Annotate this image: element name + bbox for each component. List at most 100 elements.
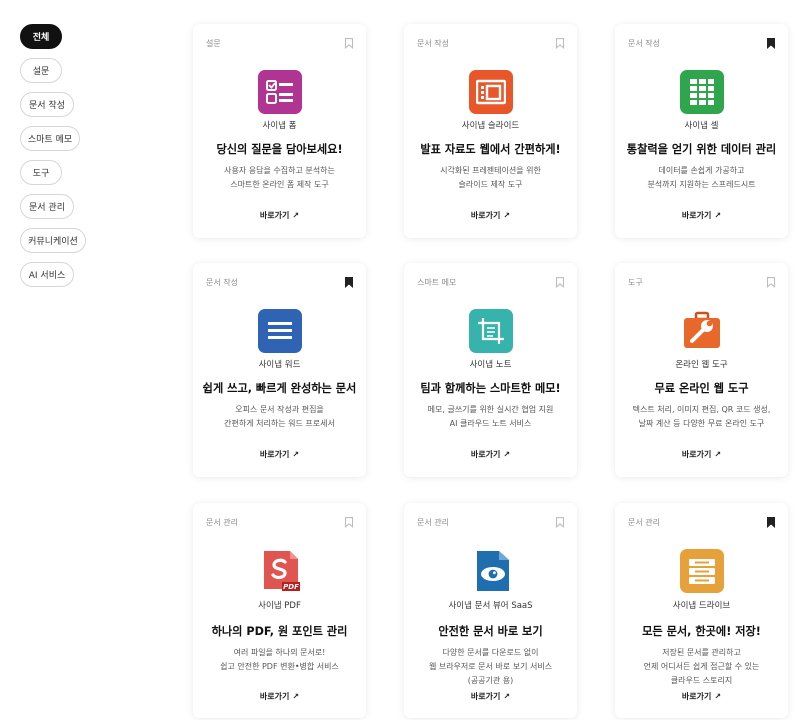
bookmark-icon[interactable]	[555, 38, 565, 49]
product-description: 사용자 응답을 수집하고 분석하는스마트한 온라인 폼 제작 도구	[199, 164, 360, 192]
description-line: 간편하게 처리하는 워드 프로세서	[224, 419, 335, 428]
product-headline: 모든 문서, 한곳에! 저장!	[642, 625, 761, 638]
arrow-up-right-icon: ↗	[503, 692, 511, 701]
filter-chip[interactable]: 문서 작성	[20, 92, 74, 117]
product-name: 사이냅 PDF	[258, 601, 301, 611]
product-name: 사이냅 드라이브	[672, 601, 731, 611]
filter-chip[interactable]: 스마트 메모	[20, 126, 80, 151]
product-card[interactable]: 문서 작성 사이냅 슬라이드 발표 자료도 웹에서 간편하게! 시각화된 프레젠테이션…	[404, 24, 577, 238]
card-category: 문서 작성	[417, 39, 449, 48]
slide-icon	[468, 70, 513, 114]
product-name: 사이냅 문서 뷰어 SaaS	[448, 601, 533, 611]
go-label: 바로가기	[681, 692, 712, 701]
arrow-up-right-icon: ↗	[292, 692, 300, 701]
go-link[interactable]: 바로가기 ↗	[404, 449, 577, 460]
product-card[interactable]: 문서 관리 PDF 사이냅 PDF 하나의 PDF, 원 포인트 관리 여러 파일을 하…	[193, 503, 366, 718]
svg-text:PDF: PDF	[283, 583, 299, 591]
product-description: 메모, 글쓰기를 위한 실시간 협업 지원 AI 클라우드 노트 서비스	[410, 403, 571, 431]
product-description: 저장된 문서를 관리하고언제 어디서든 쉽게 접근할 수 있는클라우드 스토리지	[621, 646, 782, 688]
product-card[interactable]: 스마트 메모 사이냅 노트 팀과 함께하는 스마트한 메모! 메모, 글쓰기를 위한 …	[404, 263, 577, 477]
go-label: 바로가기	[470, 211, 501, 220]
description-line: 다양한 문서를 다운로드 없이	[442, 648, 539, 657]
card-category: 설문	[206, 39, 221, 48]
description-line: 저장된 문서를 관리하고	[662, 648, 741, 657]
product-name: 사이냅 워드	[258, 360, 301, 370]
description-line: 슬라이드 제작 도구	[458, 180, 523, 189]
product-name: 온라인 웹 도구	[675, 360, 728, 370]
pdf-icon: PDF	[258, 549, 302, 593]
bookmark-icon[interactable]	[555, 277, 565, 288]
filter-chip[interactable]: 도구	[20, 160, 62, 185]
filter-chip[interactable]: AI 서비스	[20, 262, 74, 287]
description-line: 시각화된 프레젠테이션을 위한	[440, 166, 541, 175]
bookmark-icon[interactable]	[344, 277, 354, 288]
description-line: AI 클라우드 노트 서비스	[449, 419, 532, 428]
go-label: 바로가기	[259, 692, 290, 701]
go-label: 바로가기	[470, 692, 501, 701]
go-link[interactable]: 바로가기 ↗	[404, 691, 577, 702]
description-line: 사용자 응답을 수집하고 분석하는	[224, 166, 335, 175]
product-headline: 쉽게 쓰고, 빠르게 완성하는 문서	[202, 382, 357, 395]
go-label: 바로가기	[681, 450, 712, 459]
go-link[interactable]: 바로가기 ↗	[404, 210, 577, 221]
go-label: 바로가기	[470, 450, 501, 459]
bookmark-icon[interactable]	[555, 517, 565, 528]
filter-sidebar: 전체설문문서 작성스마트 메모도구문서 관리커뮤니케이션 AI 서비스	[20, 24, 140, 296]
filter-chip[interactable]: 설문	[20, 58, 62, 83]
product-card[interactable]: 문서 관리 사이냅 문서 뷰어 SaaS 안전한 문서 바로 보기 다양한 문서를 다…	[404, 503, 577, 718]
word-icon	[257, 309, 302, 353]
filter-chip[interactable]: 문서 관리	[20, 194, 74, 219]
page: 전체 설문 문서 작성 스마트 메모 도구 문서 관리 커뮤니케이션 AI 서비스 설문 사이냅…	[0, 0, 798, 720]
go-label: 바로가기	[681, 211, 712, 220]
filter-chip[interactable]: 커뮤니케이션	[20, 228, 86, 253]
product-name: 사이냅 셀	[684, 121, 719, 131]
go-link[interactable]: 바로가기 ↗	[615, 210, 788, 221]
product-card[interactable]: 문서 작성사이냅 셀통찰력을 얻기 위한 데이터 관리데이터를 손쉽게 가공하고…	[615, 24, 788, 238]
product-headline: 통찰력을 얻기 위한 데이터 관리	[626, 143, 777, 156]
arrow-up-right-icon: ↗	[292, 211, 300, 220]
bookmark-icon[interactable]	[766, 277, 776, 288]
drive-icon	[679, 549, 724, 593]
arrow-up-right-icon: ↗	[714, 211, 722, 220]
go-link[interactable]: 바로가기 ↗	[615, 449, 788, 460]
card-category: 스마트 메모	[417, 278, 457, 287]
arrow-up-right-icon: ↗	[503, 211, 511, 220]
description-line: 스마트한 온라인 폼 제작 도구	[230, 180, 329, 189]
description-line: 메모, 글쓰기를 위한 실시간 협업 지원	[427, 405, 554, 414]
note-icon	[468, 309, 513, 353]
filter-chip[interactable]: 전체	[20, 24, 62, 49]
product-name: 사이냅 노트	[469, 360, 512, 370]
go-link[interactable]: 바로가기 ↗	[615, 691, 788, 702]
card-category: 문서 작성	[628, 39, 660, 48]
product-description: 텍스트 처리, 이미지 편집, QR 코드 생성, 날짜 계산 등 다양한 무료 …	[621, 403, 782, 431]
arrow-up-right-icon: ↗	[714, 450, 722, 459]
card-category: 문서 관리	[628, 518, 660, 527]
toolbox-icon	[680, 309, 724, 353]
product-card[interactable]: 문서 관리사이냅 드라이브모든 문서, 한곳에! 저장! 저장된 문서를 관리하고…	[615, 503, 788, 718]
arrow-up-right-icon: ↗	[503, 450, 511, 459]
description-line: 쉽고 안전한 PDF 변환•병합 서비스	[220, 662, 339, 671]
card-category: 도구	[628, 278, 643, 287]
card-category: 문서 관리	[206, 518, 238, 527]
go-link[interactable]: 바로가기 ↗	[193, 210, 366, 221]
go-label: 바로가기	[259, 450, 290, 459]
bookmark-icon[interactable]	[766, 38, 776, 49]
arrow-up-right-icon: ↗	[292, 450, 300, 459]
card-category: 문서 관리	[417, 518, 449, 527]
product-description: 데이터를 손쉽게 가공하고 분석까지 지원하는 스프레드시트	[621, 164, 782, 192]
go-label: 바로가기	[259, 211, 290, 220]
description-line: 분석까지 지원하는 스프레드시트	[647, 180, 756, 189]
arrow-up-right-icon: ↗	[714, 692, 722, 701]
bookmark-icon[interactable]	[344, 517, 354, 528]
go-link[interactable]: 바로가기 ↗	[193, 449, 366, 460]
product-card[interactable]: 설문 사이냅 폼 당신의 질문을 담아보세요! 사용자 응답을 수집하고 분석하는 스마…	[193, 24, 366, 238]
product-headline: 당신의 질문을 담아보세요!	[216, 143, 343, 156]
bookmark-icon[interactable]	[344, 38, 354, 49]
product-headline: 무료 온라인 웹 도구	[654, 382, 749, 395]
go-link[interactable]: 바로가기 ↗	[193, 691, 366, 702]
description-line: 언제 어디서든 쉽게 접근할 수 있는	[643, 662, 760, 671]
bookmark-icon[interactable]	[766, 517, 776, 528]
product-card[interactable]: 도구온라인 웹 도구무료 온라인 웹 도구텍스트 처리, 이미지 편집, QR …	[615, 263, 788, 477]
description-line: 클라우드 스토리지	[670, 676, 733, 685]
product-card[interactable]: 문서 작성 사이냅 워드 쉽게 쓰고, 빠르게 완성하는 문서 오피스 문서 작성과 …	[193, 263, 366, 477]
